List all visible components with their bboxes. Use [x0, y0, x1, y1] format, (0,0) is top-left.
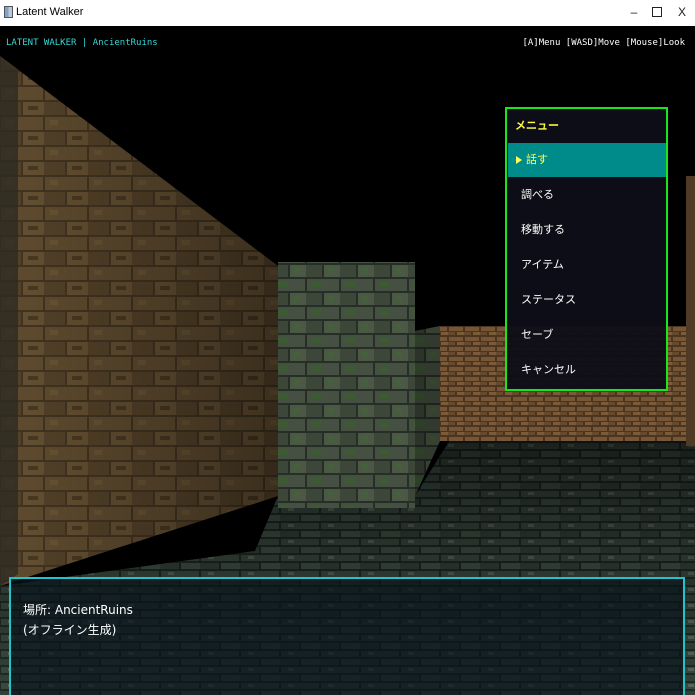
menu-item-label: 調べる [521, 188, 554, 201]
title-bar[interactable]: Latent Walker – X [0, 0, 695, 26]
maximize-button[interactable] [645, 3, 669, 21]
hud-location-label: LATENT WALKER | AncientRuins [6, 38, 158, 48]
game-viewport[interactable]: LATENT WALKER | AncientRuins [A]Menu [WA… [0, 26, 695, 695]
generation-mode-message: (オフライン生成) [23, 623, 117, 637]
menu-item-items[interactable]: アイテム [508, 248, 666, 282]
menu-item-status[interactable]: ステータス [508, 283, 666, 317]
app-icon [4, 6, 13, 18]
location-message: 場所: AncientRuins [23, 603, 133, 617]
hud-controls-hint: [A]Menu [WASD]Move [Mouse]Look [522, 38, 685, 48]
menu-item-cancel[interactable]: キャンセル [508, 353, 666, 387]
menu-item-examine[interactable]: 調べる [508, 178, 666, 212]
menu-item-label: ステータス [521, 293, 576, 306]
menu-item-label: キャンセル [521, 363, 576, 376]
menu-item-label: 移動する [521, 223, 565, 236]
minimize-button[interactable]: – [622, 3, 646, 21]
maximize-icon [652, 7, 662, 17]
menu-item-label: セーブ [521, 328, 554, 341]
close-button[interactable]: X [670, 3, 694, 21]
menu-item-move[interactable]: 移動する [508, 213, 666, 247]
window-title: Latent Walker [16, 6, 84, 18]
menu-title: メニュー [515, 119, 559, 132]
game-window: Latent Walker – X LATENT WALKER | Ancien… [0, 0, 695, 695]
menu-item-talk[interactable]: 話す [508, 143, 666, 177]
menu-item-label: アイテム [521, 258, 564, 271]
selection-cursor-icon [516, 156, 522, 164]
command-menu: メニュー 話す 調べる 移動する アイテム ステータス セーブ キャンセル [505, 107, 668, 391]
message-window[interactable]: 場所: AncientRuins (オフライン生成) [9, 577, 685, 695]
menu-item-label: 話す [526, 153, 548, 166]
menu-item-save[interactable]: セーブ [508, 318, 666, 352]
